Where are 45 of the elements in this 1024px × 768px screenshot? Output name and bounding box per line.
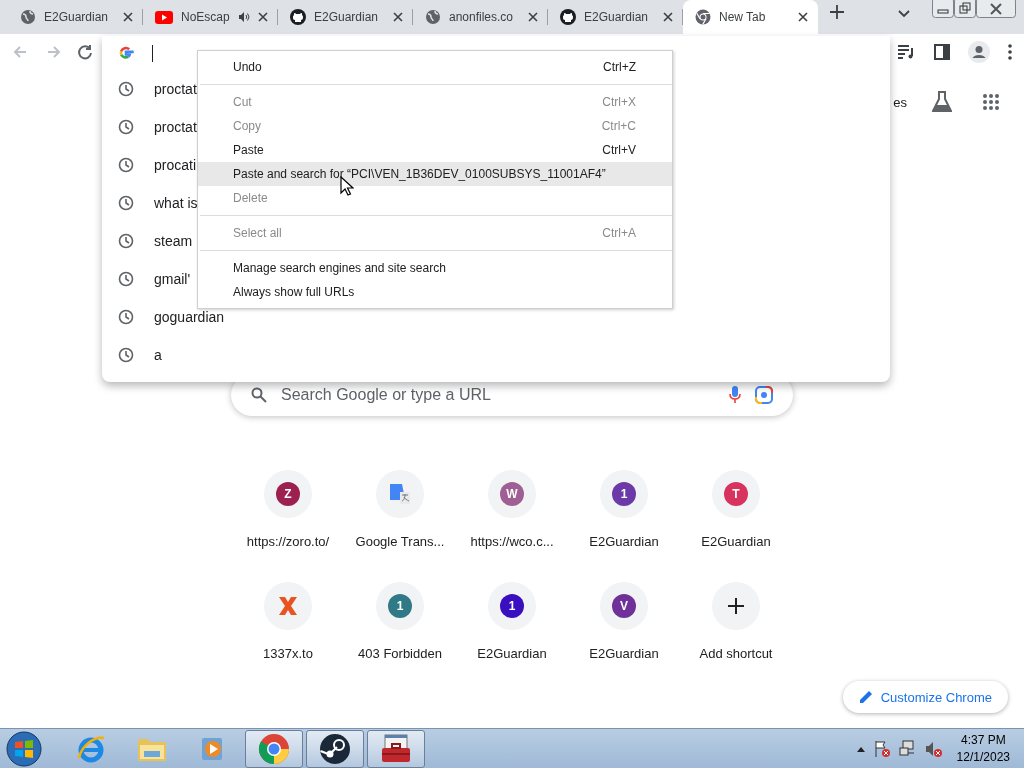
suggestion-text: a bbox=[154, 347, 162, 363]
site-letter-icon: Z bbox=[276, 482, 300, 506]
suggestion-text: proctat bbox=[154, 81, 197, 97]
shortcut-label: Add shortcut bbox=[699, 646, 773, 661]
tab-title: New Tab bbox=[719, 10, 767, 24]
shortcut-hint: Ctrl+V bbox=[602, 143, 636, 157]
menu-item-label: Select all bbox=[233, 226, 282, 240]
menu-item-label: Undo bbox=[233, 60, 262, 74]
site-letter-icon: 1 bbox=[612, 482, 636, 506]
tab-title: anonfiles.co bbox=[449, 10, 515, 24]
menu-item-label: Always show full URLs bbox=[233, 285, 355, 299]
site-letter-icon: V bbox=[612, 594, 636, 618]
site-letter-icon: W bbox=[500, 482, 524, 506]
shortcut-label: E2Guardian bbox=[589, 534, 659, 549]
suggestion-text: what is bbox=[154, 195, 198, 211]
shortcut-label: 403 Forbidden bbox=[358, 646, 442, 661]
site-letter-icon: 1 bbox=[388, 594, 412, 618]
suggestion-text: steam bbox=[154, 233, 193, 249]
shortcut-label: E2Guardian bbox=[701, 534, 771, 549]
menu-item-label: Paste and search for “PCI\VEN_1B36DEV_0100SUBSYS_11001AF4” bbox=[233, 167, 606, 181]
site-letter-icon: 1 bbox=[500, 594, 524, 618]
shortcut-hint: Ctrl+Z bbox=[603, 60, 636, 74]
shortcut-hint: Ctrl+A bbox=[602, 226, 636, 240]
menu-item-label: Delete bbox=[233, 191, 268, 205]
suggestion-text: procati bbox=[154, 157, 197, 173]
shortcut-hint: Ctrl+X bbox=[602, 95, 636, 109]
shortcut-label: https://wco.c... bbox=[470, 534, 554, 549]
shortcut-label: E2Guardian bbox=[589, 646, 659, 661]
shortcut-label: Google Trans... bbox=[355, 534, 445, 549]
suggestion-text: proctat bbox=[154, 119, 197, 135]
tab-title: NoEscap bbox=[181, 10, 230, 24]
shortcut-label: E2Guardian bbox=[477, 646, 547, 661]
shortcut-label: https://zoro.to/ bbox=[246, 534, 330, 549]
site-letter-icon: T bbox=[724, 482, 748, 506]
menu-item-label: Cut bbox=[233, 95, 252, 109]
suggestion-text: gmail' bbox=[154, 271, 191, 287]
menu-item-label: Manage search engines and site search bbox=[233, 261, 446, 275]
shortcut-label: 1337x.to bbox=[263, 646, 313, 661]
menu-item-label: Paste bbox=[233, 143, 264, 157]
tab-title: E2Guardian bbox=[584, 10, 650, 24]
shortcut-hint: Ctrl+C bbox=[601, 119, 636, 133]
menu-item-label: Copy bbox=[233, 119, 261, 133]
suggestion-text: goguardian bbox=[154, 309, 225, 325]
tab-title: E2Guardian bbox=[44, 10, 110, 24]
tab-title: E2Guardian bbox=[314, 10, 380, 24]
